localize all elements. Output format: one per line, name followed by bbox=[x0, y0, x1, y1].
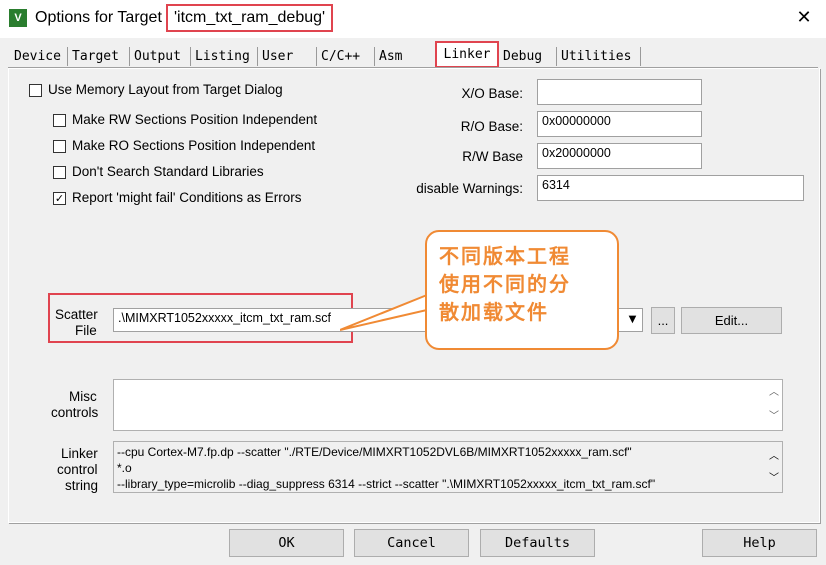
chevron-down-icon[interactable]: ▼ bbox=[624, 310, 641, 330]
might-fail-checkbox[interactable]: ✓ bbox=[53, 192, 66, 205]
ro-base-input[interactable]: 0x00000000 bbox=[537, 111, 702, 137]
ro-independent-checkbox[interactable] bbox=[53, 140, 66, 153]
cancel-button[interactable]: Cancel bbox=[354, 529, 469, 557]
checkmark-icon: ✓ bbox=[54, 192, 65, 205]
no-std-libs-label: Don't Search Standard Libraries bbox=[72, 164, 264, 179]
ro-independent-label: Make RO Sections Position Independent bbox=[72, 138, 316, 153]
callout-line-3: 散加载文件 bbox=[439, 300, 549, 324]
linker-control-label: control bbox=[57, 462, 98, 477]
dialog-title: Options for Target bbox=[35, 9, 162, 26]
linker-label: Linker bbox=[61, 446, 98, 461]
scroll-up-icon[interactable]: ︿ bbox=[769, 447, 779, 462]
tab-debug[interactable]: Debug bbox=[499, 47, 557, 66]
ro-base-label: R/O Base: bbox=[460, 119, 523, 134]
annotation-callout: 不同版本工程 使用不同的分 散加载文件 bbox=[425, 230, 619, 350]
linker-string-line-1: --cpu Cortex-M7.fp.dp --scatter "./RTE/D… bbox=[117, 445, 632, 459]
linker-string-label: string bbox=[65, 478, 99, 493]
defaults-button[interactable]: Defaults bbox=[480, 529, 595, 557]
options-dialog: V Options for Target 'itcm_txt_ram_debug… bbox=[0, 0, 826, 565]
tab-target[interactable]: Target bbox=[68, 47, 130, 66]
scatter-label: Scatter bbox=[55, 307, 98, 322]
linker-string-line-2: *.o bbox=[117, 461, 132, 475]
scatter-file-label: File bbox=[75, 323, 97, 338]
help-button[interactable]: Help bbox=[702, 529, 817, 557]
linker-string-line-3: --library_type=microlib --diag_suppress … bbox=[117, 477, 656, 491]
misc-controls-label: controls bbox=[51, 405, 99, 420]
scroll-up-icon[interactable]: ︿ bbox=[769, 383, 779, 398]
scroll-down-icon[interactable]: ﹀ bbox=[769, 407, 779, 422]
keil-uvision-icon: V bbox=[9, 9, 27, 27]
misc-controls-textarea[interactable]: ︿ ﹀ bbox=[113, 379, 783, 431]
tab-c-cpp[interactable]: C/C++ bbox=[317, 47, 375, 66]
rw-independent-checkbox[interactable] bbox=[53, 114, 66, 127]
misc-label: Misc bbox=[69, 389, 97, 404]
scroll-down-icon[interactable]: ﹀ bbox=[769, 469, 779, 484]
misc-controls-value bbox=[114, 380, 782, 386]
tab-utilities[interactable]: Utilities bbox=[557, 47, 641, 66]
tab-device[interactable]: Device bbox=[10, 47, 68, 66]
browse-scatter-button[interactable]: ... bbox=[651, 307, 675, 334]
linker-scrollbar[interactable]: ︿ ﹀ bbox=[765, 442, 782, 492]
might-fail-label: Report 'might fail' Conditions as Errors bbox=[72, 190, 302, 205]
edit-scatter-button[interactable]: Edit... bbox=[681, 307, 782, 334]
rw-base-label: R/W Base bbox=[462, 149, 523, 164]
ok-button[interactable]: OK bbox=[229, 529, 344, 557]
rw-independent-label: Make RW Sections Position Independent bbox=[72, 112, 318, 127]
disable-warnings-input[interactable]: 6314 bbox=[537, 175, 804, 201]
tab-linker[interactable]: Linker bbox=[435, 41, 499, 68]
use-memory-layout-label: Use Memory Layout from Target Dialog bbox=[48, 82, 283, 97]
linker-control-string: --cpu Cortex-M7.fp.dp --scatter "./RTE/D… bbox=[113, 441, 783, 493]
close-icon[interactable]: ✕ bbox=[794, 8, 814, 28]
title-bar: V Options for Target 'itcm_txt_ram_debug… bbox=[0, 0, 826, 38]
tab-output[interactable]: Output bbox=[130, 47, 191, 66]
no-std-libs-checkbox[interactable] bbox=[53, 166, 66, 179]
tab-asm[interactable]: Asm bbox=[375, 47, 435, 66]
disable-warnings-label: disable Warnings: bbox=[416, 181, 523, 196]
xo-base-input[interactable] bbox=[537, 79, 702, 105]
xo-base-label: X/O Base: bbox=[461, 86, 523, 101]
use-memory-layout-checkbox[interactable] bbox=[29, 84, 42, 97]
tab-listing[interactable]: Listing bbox=[191, 47, 258, 66]
target-name-highlight: 'itcm_txt_ram_debug' bbox=[166, 4, 334, 32]
tab-user[interactable]: User bbox=[258, 47, 317, 66]
callout-line-1: 不同版本工程 bbox=[439, 244, 571, 268]
misc-scrollbar[interactable]: ︿ ﹀ bbox=[765, 380, 782, 430]
callout-line-2: 使用不同的分 bbox=[439, 272, 571, 296]
rw-base-input[interactable]: 0x20000000 bbox=[537, 143, 702, 169]
